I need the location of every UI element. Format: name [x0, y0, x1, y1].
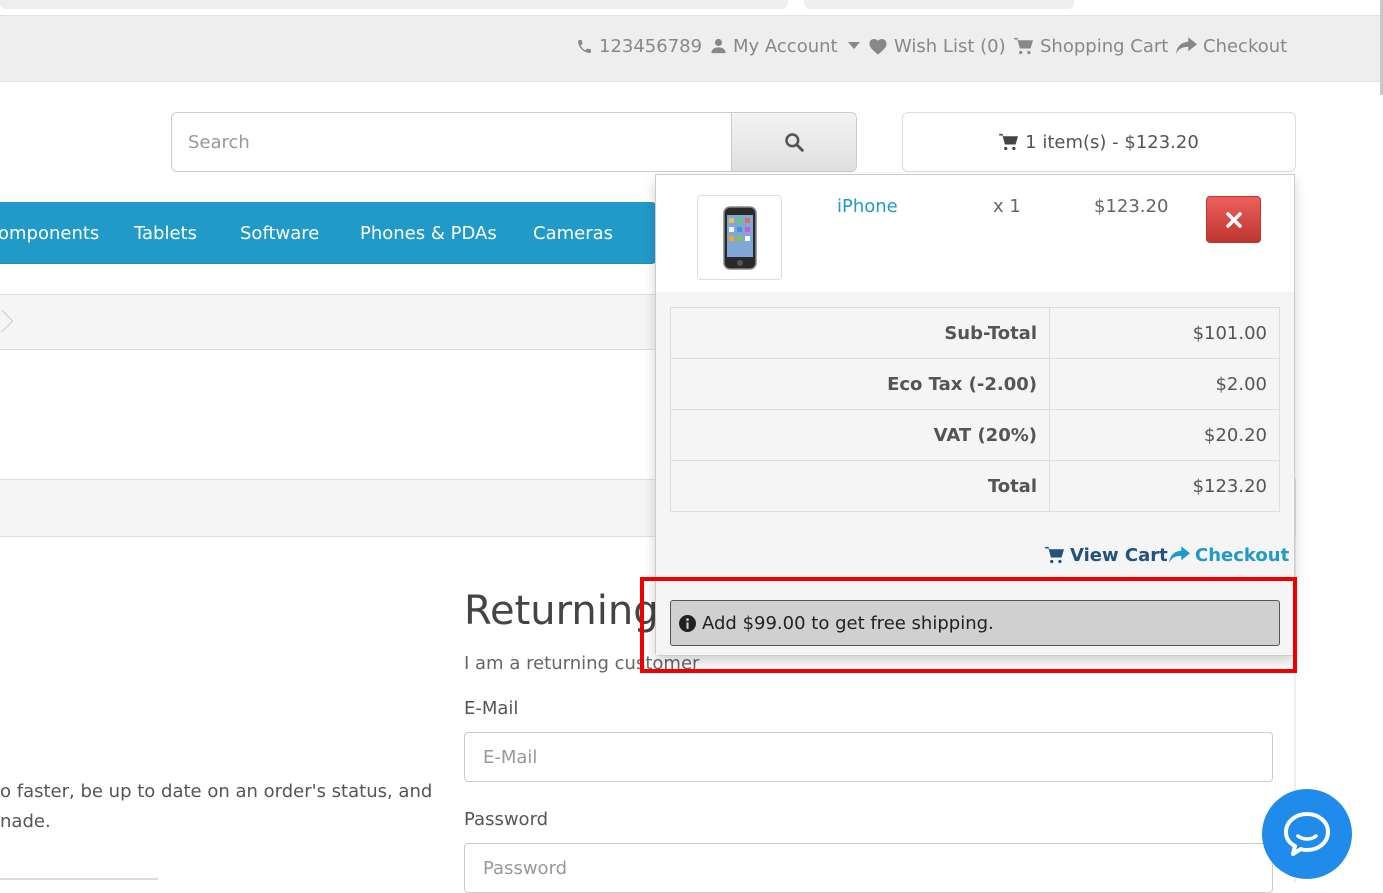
- cart-icon: [999, 133, 1019, 151]
- subtotal-value: $101.00: [1049, 307, 1280, 359]
- table-row: Total $123.20: [670, 460, 1280, 512]
- table-row: VAT (20%) $20.20: [670, 409, 1280, 461]
- view-cart-label: View Cart: [1070, 544, 1168, 566]
- caret-down-icon: [847, 42, 860, 49]
- eco-tax-label: Eco Tax (-2.00): [670, 358, 1050, 410]
- phone-number: 123456789: [599, 35, 703, 57]
- menu-item-phones-pdas[interactable]: Phones & PDAs: [360, 202, 497, 264]
- new-customer-text: o faster, be up to date on an order's st…: [0, 781, 433, 802]
- breadcrumb: [0, 294, 656, 350]
- search-input[interactable]: [171, 112, 732, 172]
- search-button[interactable]: [731, 112, 857, 172]
- product-thumbnail[interactable]: [697, 195, 782, 280]
- continue-button-edge[interactable]: [0, 878, 158, 880]
- browser-tab[interactable]: [804, 0, 1074, 9]
- cart-total-label: 1 item(s) - $123.20: [1025, 131, 1199, 153]
- wish-list-label: Wish List (0): [894, 35, 1006, 57]
- phone-link[interactable]: 123456789: [576, 30, 702, 62]
- cart-icon: [1045, 546, 1064, 564]
- checkout-link[interactable]: Checkout: [1176, 30, 1287, 62]
- table-row: Eco Tax (-2.00) $2.00: [670, 358, 1280, 410]
- wish-list-link[interactable]: Wish List (0): [868, 30, 1006, 62]
- cart-totals-table: Sub-Total $101.00 Eco Tax (-2.00) $2.00 …: [670, 307, 1280, 512]
- shopping-cart-label: Shopping Cart: [1040, 35, 1169, 57]
- remove-item-button[interactable]: [1206, 196, 1261, 243]
- product-quantity: x 1: [993, 196, 1021, 217]
- my-account-label: My Account: [733, 35, 838, 57]
- table-row: Sub-Total $101.00: [670, 307, 1280, 359]
- vat-label: VAT (20%): [670, 409, 1050, 461]
- total-value: $123.20: [1049, 460, 1280, 512]
- product-name-link[interactable]: iPhone: [837, 196, 898, 217]
- close-icon: [1225, 211, 1242, 228]
- shopping-cart-link[interactable]: Shopping Cart: [1014, 30, 1168, 62]
- subtotal-label: Sub-Total: [670, 307, 1050, 359]
- user-icon: [711, 38, 726, 54]
- dropdown-checkout-label: Checkout: [1195, 544, 1290, 566]
- search-icon: [785, 133, 804, 152]
- view-cart-link[interactable]: View Cart: [1045, 541, 1168, 569]
- email-label: E-Mail: [464, 698, 519, 719]
- menu-item-tablets[interactable]: Tablets: [134, 202, 197, 264]
- chat-button[interactable]: [1262, 789, 1352, 879]
- share-icon: [1169, 546, 1190, 563]
- new-customer-text: nade.: [0, 811, 51, 832]
- menu-item-cameras[interactable]: Cameras: [533, 202, 613, 264]
- heart-icon: [869, 39, 887, 55]
- menu-item-components[interactable]: omponents: [0, 202, 99, 264]
- phone-icon: [578, 39, 591, 53]
- iphone-image: [722, 205, 757, 270]
- my-account-dropdown[interactable]: My Account: [710, 30, 860, 62]
- vat-value: $20.20: [1049, 409, 1280, 461]
- cart-total-button[interactable]: 1 item(s) - $123.20: [902, 112, 1296, 172]
- browser-tab[interactable]: [0, 0, 788, 9]
- chat-bubble-icon: [1284, 812, 1330, 856]
- password-field[interactable]: [464, 843, 1273, 893]
- dropdown-checkout-link[interactable]: Checkout: [1169, 541, 1289, 569]
- eco-tax-value: $2.00: [1049, 358, 1280, 410]
- cart-icon: [1014, 37, 1033, 55]
- highlight-annotation: [640, 577, 1297, 673]
- menu-item-software[interactable]: Software: [240, 202, 319, 264]
- returning-customer-title: Returning: [464, 588, 659, 634]
- product-price: $123.20: [1094, 196, 1169, 217]
- share-icon: [1176, 37, 1197, 54]
- email-field[interactable]: [464, 732, 1273, 782]
- password-label: Password: [464, 809, 549, 830]
- checkout-label: Checkout: [1203, 35, 1288, 57]
- total-label: Total: [670, 460, 1050, 512]
